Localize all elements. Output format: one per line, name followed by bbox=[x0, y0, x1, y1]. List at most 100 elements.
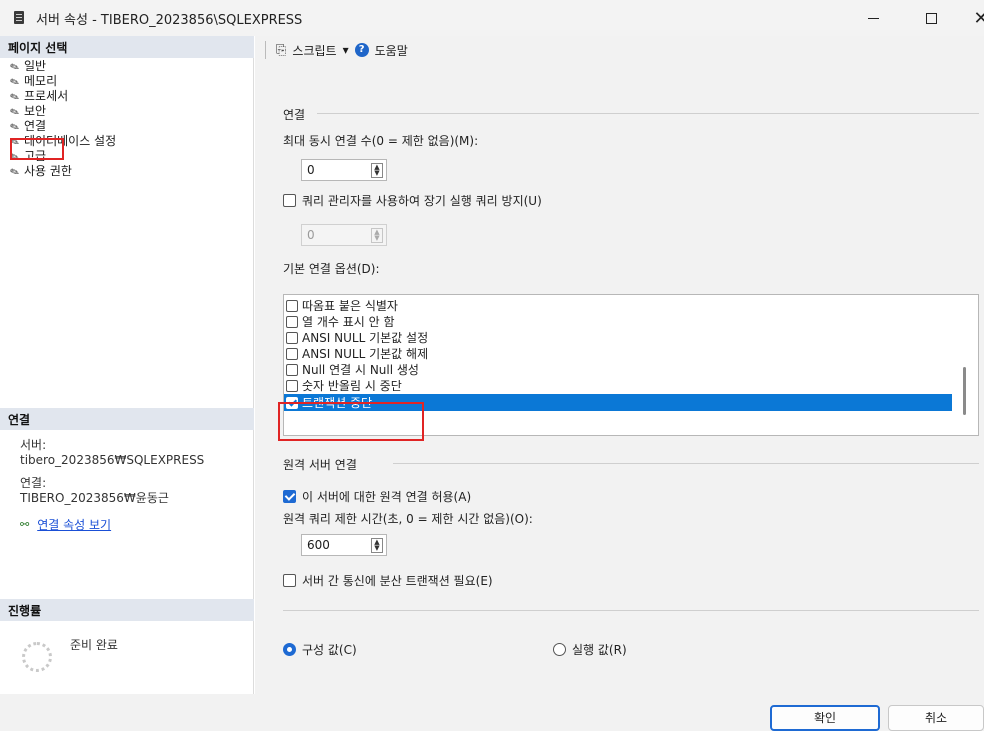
list-item[interactable]: 열 개수 표시 안 함 bbox=[286, 314, 395, 329]
script-dropdown-icon[interactable]: ▾ bbox=[343, 43, 349, 57]
page-item-label: 일반 bbox=[24, 59, 47, 73]
max-concurrent-value[interactable]: 0 bbox=[307, 163, 315, 177]
progress-header: 진행률 bbox=[0, 599, 254, 621]
view-connection-properties[interactable]: ⚯ 연결 속성 보기 bbox=[20, 518, 111, 532]
cancel-button[interactable]: 취소 bbox=[888, 705, 984, 731]
maximize-icon bbox=[925, 12, 937, 24]
query-governor-label: 쿼리 관리자를 사용하여 장기 실행 쿼리 방지(U) bbox=[302, 194, 542, 208]
toolbar: ⎘ 스크립트 ▾ ? 도움말 bbox=[255, 36, 984, 64]
option-label: ANSI NULL 기본값 해제 bbox=[302, 347, 429, 361]
list-item[interactable]: Null 연결 시 Null 생성 bbox=[286, 362, 419, 377]
progress-spinner-icon bbox=[22, 642, 52, 672]
close-button[interactable]: ✕ bbox=[958, 0, 984, 36]
remote-timeout-label: 원격 쿼리 제한 시간(초, 0 = 제한 시간 없음)(O): bbox=[283, 512, 533, 526]
page-item-security[interactable]: ✎ 보안 bbox=[8, 104, 116, 120]
option-label: Null 연결 시 Null 생성 bbox=[302, 363, 419, 377]
maximize-button[interactable] bbox=[908, 0, 954, 36]
remote-group-title: 원격 서버 연결 bbox=[283, 458, 357, 472]
remote-timeout-value[interactable]: 600 bbox=[307, 538, 330, 552]
minimize-icon bbox=[867, 17, 879, 19]
ok-button[interactable]: 확인 bbox=[770, 705, 880, 731]
stepper-arrows-icon[interactable]: ▲ ▼ bbox=[371, 163, 383, 178]
page-item-memory[interactable]: ✎ 메모리 bbox=[8, 74, 116, 90]
option-checkbox[interactable] bbox=[286, 315, 298, 328]
query-governor-value: 0 bbox=[307, 228, 315, 242]
list-item[interactable]: ANSI NULL 기본값 해제 bbox=[286, 346, 428, 361]
max-concurrent-stepper[interactable]: 0 ▲ ▼ bbox=[301, 159, 387, 181]
query-governor-checkbox[interactable] bbox=[283, 194, 296, 207]
allow-remote-checkbox-row[interactable]: 이 서버에 대한 원격 연결 허용(A) bbox=[283, 488, 471, 505]
page-item-processors[interactable]: ✎ 프로세서 bbox=[8, 89, 116, 105]
default-options-label: 기본 연결 옵션(D): bbox=[283, 262, 380, 276]
page-item-label: 사용 권한 bbox=[24, 164, 72, 178]
allow-remote-checkbox[interactable] bbox=[283, 490, 296, 503]
distributed-tx-label: 서버 간 통신에 분산 트랜잭션 필요(E) bbox=[302, 574, 493, 588]
list-item[interactable]: 따옴표 붙은 식별자 bbox=[286, 298, 398, 313]
section-divider bbox=[283, 610, 979, 611]
configured-value-label: 구성 값(C) bbox=[302, 643, 357, 657]
running-value-label: 실행 값(R) bbox=[572, 643, 627, 657]
option-label: 따옴표 붙은 식별자 bbox=[302, 299, 398, 313]
page-item-label: 메모리 bbox=[24, 74, 58, 88]
server-label: 서버: bbox=[20, 438, 47, 452]
script-icon[interactable]: ⎘ bbox=[276, 43, 286, 58]
server-value: tibero_2023856₩SQLEXPRESS bbox=[20, 453, 205, 467]
configured-value-radio[interactable] bbox=[283, 643, 296, 656]
max-concurrent-label: 최대 동시 연결 수(0 = 제한 없음)(M): bbox=[283, 134, 479, 148]
option-checkbox[interactable] bbox=[286, 379, 298, 392]
dialog-footer: 확인 취소 bbox=[0, 694, 984, 731]
list-item[interactable]: ANSI NULL 기본값 설정 bbox=[286, 330, 428, 345]
option-label: 열 개수 표시 안 함 bbox=[302, 315, 395, 329]
page-item-general[interactable]: ✎ 일반 bbox=[8, 59, 116, 75]
stepper-arrows-icon: ▲ ▼ bbox=[371, 228, 383, 243]
title-bar: 서버 속성 - TIBERO_2023856\SQLEXPRESS ✕ bbox=[0, 0, 984, 36]
page-item-label: 보안 bbox=[24, 104, 47, 118]
listbox-scrollbar[interactable] bbox=[952, 295, 978, 435]
remote-timeout-stepper[interactable]: 600 ▲ ▼ bbox=[301, 534, 387, 556]
running-value-radio-row[interactable]: 실행 값(R) bbox=[553, 641, 627, 658]
option-checkbox[interactable] bbox=[286, 299, 298, 312]
window-title: 서버 속성 - TIBERO_2023856\SQLEXPRESS bbox=[36, 13, 303, 28]
help-icon[interactable]: ? bbox=[354, 43, 369, 57]
app-icon bbox=[14, 11, 24, 24]
scrollbar-thumb[interactable] bbox=[963, 367, 966, 415]
allow-remote-label: 이 서버에 대한 원격 연결 허용(A) bbox=[302, 490, 472, 504]
page-item-permissions[interactable]: ✎ 사용 권한 bbox=[8, 164, 116, 180]
page-select-header: 페이지 선택 bbox=[0, 36, 254, 58]
connection-header: 연결 bbox=[0, 408, 254, 430]
main-pane: ⎘ 스크립트 ▾ ? 도움말 연결 최대 동시 연결 수(0 = 제한 없음)(… bbox=[255, 36, 984, 694]
query-governor-stepper: 0 ▲ ▼ bbox=[301, 224, 387, 246]
script-button[interactable]: 스크립트 bbox=[292, 42, 336, 59]
view-connection-properties-link[interactable]: 연결 속성 보기 bbox=[37, 518, 111, 532]
close-icon: ✕ bbox=[973, 7, 984, 29]
connection-properties-icon: ⚯ bbox=[20, 518, 30, 531]
toolbar-separator bbox=[265, 41, 266, 59]
left-pane: 페이지 선택 ✎ 일반 ✎ 메모리 ✎ 프로세서 ✎ 보안 ✎ 연결 ✎ 데이터베이스 설정… bbox=[0, 36, 254, 694]
group-divider bbox=[393, 463, 979, 464]
running-value-radio[interactable] bbox=[553, 643, 566, 656]
connection-value: TIBERO_2023856₩윤동근 bbox=[20, 491, 169, 505]
progress-status: 준비 완료 bbox=[70, 638, 118, 652]
option-checkbox[interactable] bbox=[286, 347, 298, 360]
group-divider bbox=[317, 113, 979, 114]
stepper-arrows-icon[interactable]: ▲ ▼ bbox=[371, 538, 383, 553]
distributed-tx-checkbox-row[interactable]: 서버 간 통신에 분산 트랜잭션 필요(E) bbox=[283, 572, 493, 589]
minimize-button[interactable] bbox=[850, 0, 896, 36]
option-checkbox[interactable] bbox=[286, 363, 298, 376]
page-list: ✎ 일반 ✎ 메모리 ✎ 프로세서 ✎ 보안 ✎ 연결 ✎ 데이터베이스 설정 ✎ 고급 ✎ 사… bbox=[8, 59, 116, 180]
connections-group-title: 연결 bbox=[283, 108, 306, 122]
configured-value-radio-row[interactable]: 구성 값(C) bbox=[283, 641, 357, 658]
help-button[interactable]: 도움말 bbox=[375, 42, 408, 59]
list-item[interactable]: 숫자 반올림 시 중단 bbox=[286, 378, 402, 393]
distributed-tx-checkbox[interactable] bbox=[283, 574, 296, 587]
selected-page-highlight bbox=[10, 138, 64, 160]
page-item-label: 연결 bbox=[24, 119, 47, 133]
option-label: ANSI NULL 기본값 설정 bbox=[302, 331, 429, 345]
query-governor-checkbox-row[interactable]: 쿼리 관리자를 사용하여 장기 실행 쿼리 방지(U) bbox=[283, 192, 542, 209]
page-item-label: 프로세서 bbox=[24, 89, 69, 103]
option-checkbox[interactable] bbox=[286, 331, 298, 344]
option-label: 숫자 반올림 시 중단 bbox=[302, 379, 402, 393]
connection-label: 연결: bbox=[20, 476, 47, 490]
selected-option-highlight bbox=[278, 402, 424, 441]
page-item-connections[interactable]: ✎ 연결 bbox=[8, 119, 116, 135]
